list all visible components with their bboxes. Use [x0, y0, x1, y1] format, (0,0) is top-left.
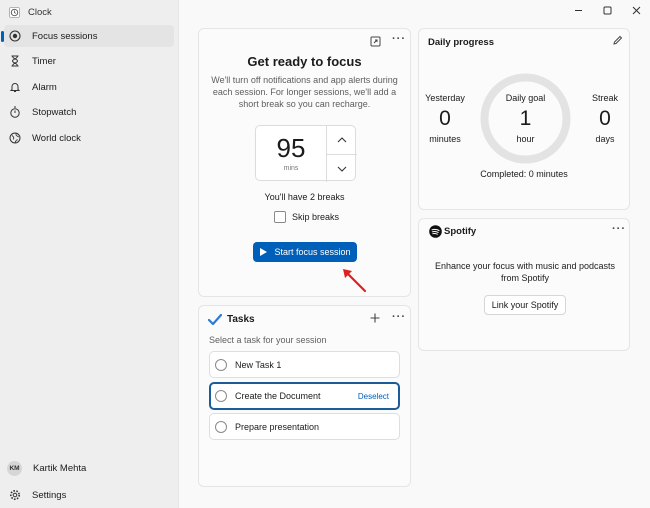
task-item-selected[interactable]: Create the Document Deselect	[209, 382, 400, 410]
skip-breaks-label: Skip breaks	[292, 212, 340, 222]
sidebar-item-label: Timer	[32, 55, 56, 67]
daily-goal-value[interactable]: 1	[479, 107, 572, 131]
close-icon	[632, 6, 640, 14]
spotify-description: Enhance your focus with music and podcas…	[434, 261, 616, 283]
streak-value: 0	[599, 107, 611, 130]
skip-breaks-option[interactable]: Skip breaks	[274, 211, 339, 223]
link-spotify-button[interactable]: Link your Spotify	[484, 295, 566, 315]
daily-progress-card: Daily progress Yesterday 0 minutes Daily…	[418, 28, 630, 210]
sidebar-item-world-clock[interactable]: World clock	[4, 127, 174, 149]
main-content: ··· Get ready to focus We'll turn off no…	[178, 0, 650, 508]
focus-description: We'll turn off notifications and app ale…	[211, 75, 398, 109]
sidebar-item-stopwatch[interactable]: Stopwatch	[4, 101, 174, 123]
gear-icon	[8, 489, 21, 502]
yesterday-label: Yesterday	[425, 93, 465, 103]
task-label: Prepare presentation	[235, 421, 320, 432]
spotify-more-button[interactable]: ···	[612, 223, 626, 235]
add-task-icon[interactable]	[370, 313, 380, 323]
task-radio[interactable]	[215, 358, 227, 371]
spotify-card: Spotify ··· Enhance your focus with musi…	[418, 218, 630, 351]
maximize-icon	[603, 6, 611, 14]
user-profile[interactable]: KM Kartik Mehta	[4, 457, 174, 479]
tasks-hint: Select a task for your session	[209, 335, 327, 345]
focus-title: Get ready to focus	[247, 54, 362, 69]
sidebar-item-focus-sessions[interactable]: Focus sessions	[1, 25, 174, 47]
focus-icon	[8, 30, 21, 43]
duration-value[interactable]: 95	[256, 133, 326, 164]
user-name: Kartik Mehta	[33, 462, 87, 474]
tasks-card: Tasks ··· Select a task for your session…	[198, 305, 411, 487]
sidebar-item-label: Alarm	[32, 81, 57, 93]
task-label: Create the Document	[235, 391, 321, 401]
daily-goal-unit: hour	[516, 134, 535, 144]
tasks-title: Tasks	[227, 314, 255, 325]
edit-icon[interactable]	[612, 35, 623, 46]
task-item[interactable]: New Task 1	[209, 351, 400, 378]
deselect-link[interactable]: Deselect	[358, 392, 389, 401]
focus-card: ··· Get ready to focus We'll turn off no…	[198, 28, 411, 297]
sidebar-item-label: Focus sessions	[32, 30, 98, 42]
compact-mode-icon[interactable]	[370, 36, 381, 47]
task-label: New Task 1	[235, 359, 282, 370]
task-radio[interactable]	[215, 420, 227, 433]
app-title: Clock	[28, 6, 52, 18]
daily-progress-title: Daily progress	[428, 37, 494, 48]
decrease-duration-button[interactable]	[326, 154, 357, 182]
hourglass-icon	[8, 55, 21, 68]
sidebar-item-label: Stopwatch	[32, 106, 77, 118]
task-radio[interactable]	[215, 390, 227, 402]
skip-breaks-checkbox[interactable]	[274, 211, 286, 223]
duration-picker[interactable]: 95 mins	[255, 125, 357, 182]
minimize-button[interactable]	[565, 2, 591, 18]
daily-goal-label: Daily goal	[505, 93, 546, 103]
minimize-icon	[574, 9, 582, 11]
checkmark-icon	[208, 314, 222, 325]
start-focus-session-button[interactable]: Start focus session	[253, 242, 357, 262]
streak-label: Streak	[591, 93, 618, 103]
breaks-info: You'll have 2 breaks	[264, 192, 345, 202]
sidebar-item-label: Settings	[32, 489, 67, 501]
tasks-more-button[interactable]: ···	[392, 311, 406, 323]
close-button[interactable]	[623, 2, 649, 18]
focus-more-button[interactable]: ···	[392, 33, 406, 45]
play-icon	[260, 248, 268, 256]
increase-duration-button[interactable]	[326, 126, 357, 154]
chevron-down-icon	[337, 166, 347, 172]
globe-icon	[8, 132, 21, 145]
chevron-up-icon	[337, 137, 347, 143]
yesterday-unit: minutes	[429, 134, 461, 144]
sidebar-item-timer[interactable]: Timer	[4, 50, 174, 72]
sidebar: Clock Focus sessions Timer Alarm Stopwat…	[0, 0, 178, 508]
completed-text: Completed: 0 minutes	[480, 169, 568, 179]
annotation-arrow-icon	[343, 269, 367, 293]
task-item[interactable]: Prepare presentation	[209, 413, 400, 440]
start-focus-session-label: Start focus session	[274, 247, 351, 257]
app-title-bar: Clock	[9, 5, 52, 19]
duration-unit: mins	[283, 165, 299, 172]
stopwatch-icon	[8, 106, 21, 119]
sidebar-item-settings[interactable]: Settings	[4, 484, 174, 506]
sidebar-item-alarm[interactable]: Alarm	[4, 76, 174, 98]
streak-unit: days	[595, 134, 615, 144]
spotify-logo-icon	[429, 225, 442, 238]
maximize-button[interactable]	[594, 2, 620, 18]
avatar: KM	[7, 460, 22, 476]
clock-app-icon	[9, 6, 20, 18]
yesterday-value: 0	[439, 107, 451, 130]
sidebar-item-label: World clock	[32, 132, 81, 144]
bell-icon	[8, 81, 21, 94]
spotify-brand: Spotify	[444, 226, 477, 237]
